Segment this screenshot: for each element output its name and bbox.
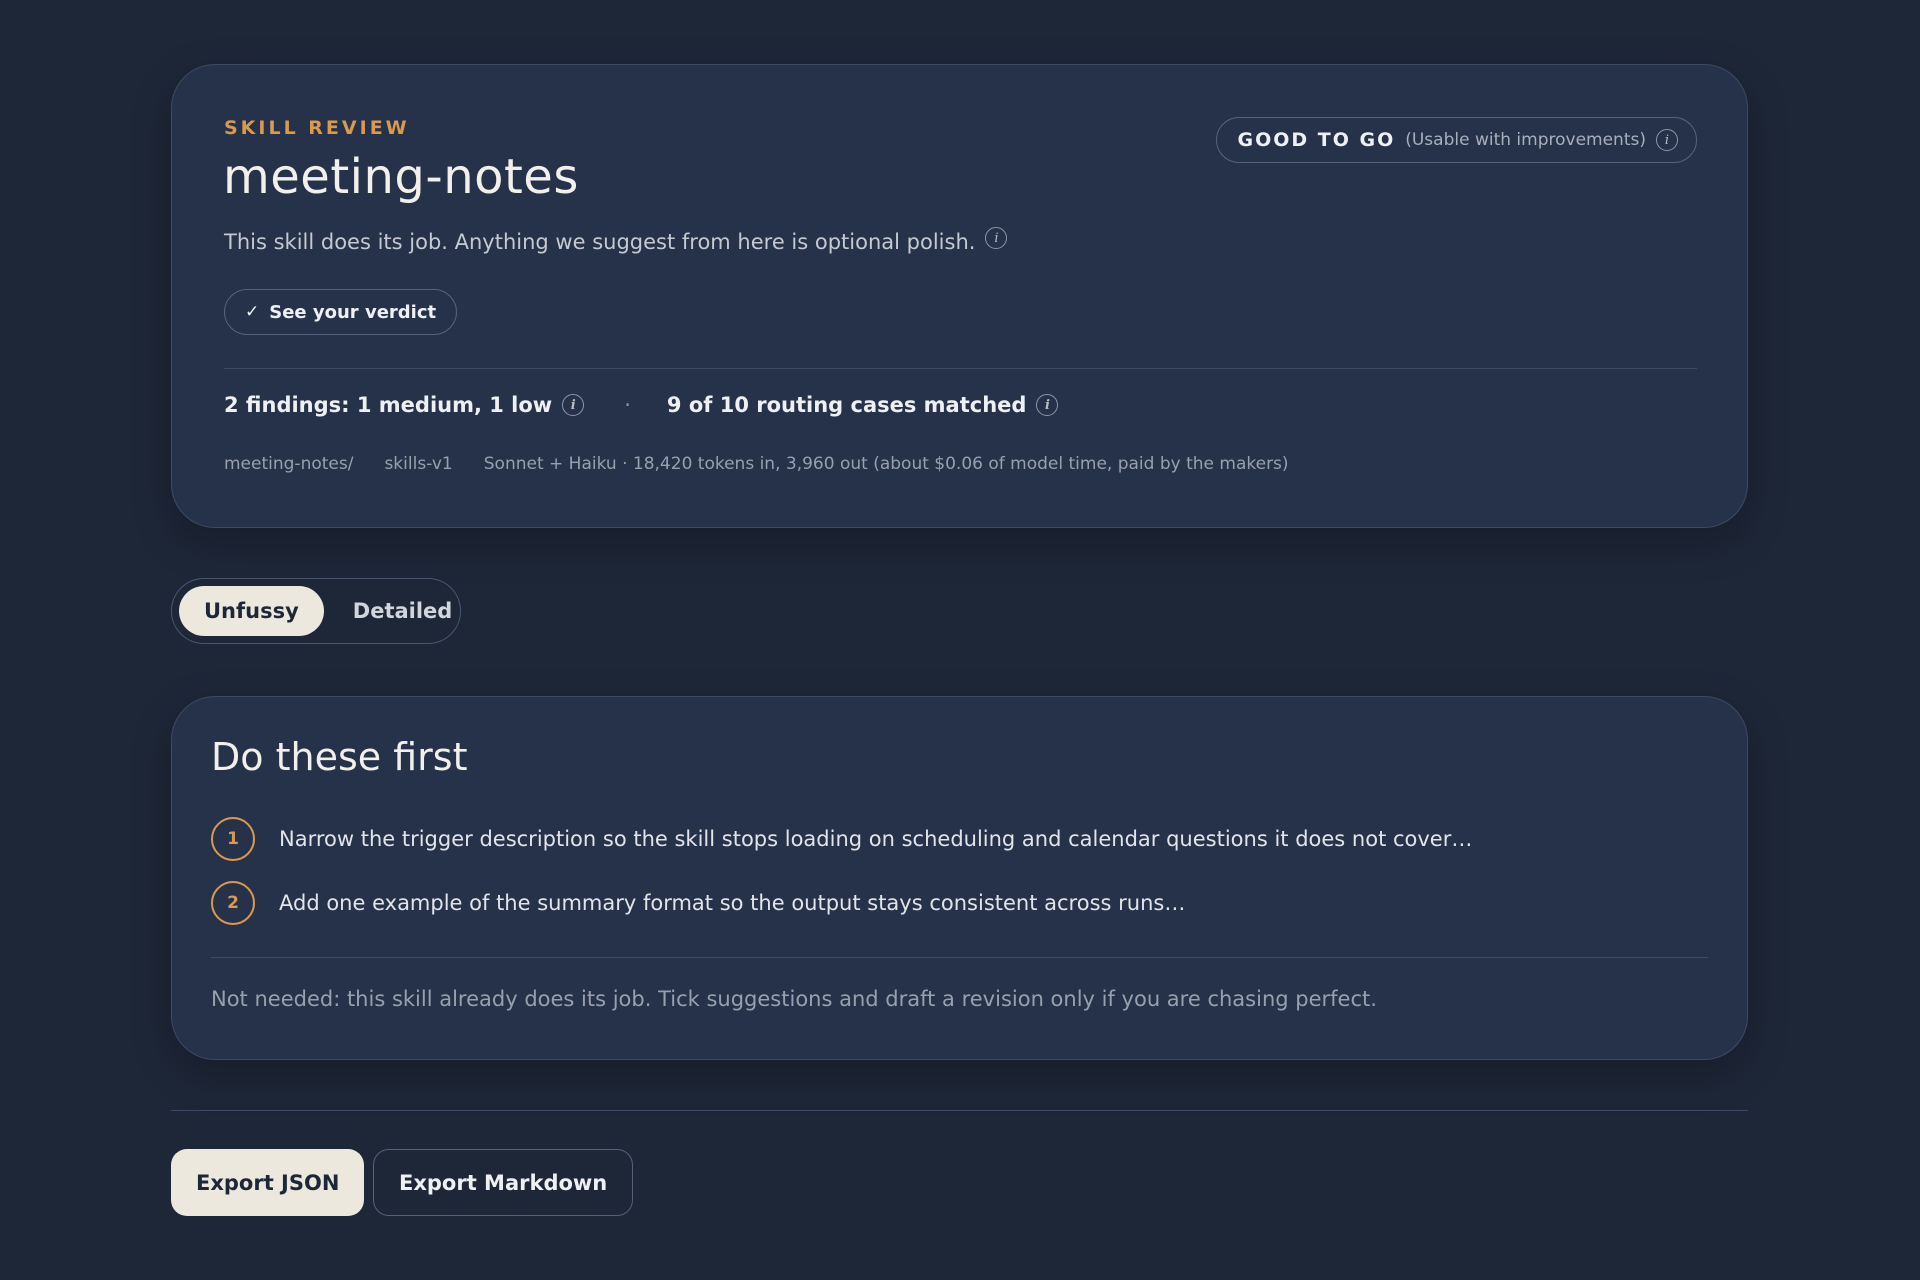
findings-count: 2 findings: 1 medium, 1 low	[224, 393, 553, 417]
summary-text: This skill does its job. Anything we sug…	[224, 227, 1008, 254]
skill-title: meeting-notes	[223, 149, 579, 205]
info-icon[interactable]: i	[985, 227, 1008, 249]
divider	[171, 1110, 1748, 1111]
info-icon[interactable]: i	[1036, 394, 1059, 416]
export-markdown-button[interactable]: Export Markdown	[373, 1149, 634, 1216]
routing-result: 9 of 10 routing cases matched	[666, 393, 1027, 417]
meta-path: meeting-notes/	[224, 454, 354, 474]
note-text: Not needed: this skill already does its …	[211, 987, 1377, 1011]
see-verdict-button[interactable]: ✓ See your verdict	[224, 289, 458, 335]
do-first-card: Do these first 1 Narrow the trigger desc…	[171, 696, 1748, 1060]
list-item: 1 Narrow the trigger description so the …	[211, 817, 1472, 861]
list-item: 2 Add one example of the summary format …	[211, 881, 1185, 925]
item-number: 1	[211, 817, 255, 861]
review-stats: 2 findings: 1 medium, 1 low i · 9 of 10 …	[224, 393, 1059, 417]
meta-version: skills-v1	[384, 454, 453, 474]
summary-label: This skill does its job. Anything we sug…	[224, 230, 976, 254]
divider	[211, 957, 1708, 958]
status-badge: GOOD TO GO (Usable with improvements) i	[1216, 117, 1697, 163]
info-icon[interactable]: i	[1656, 129, 1678, 151]
separator-dot: ·	[624, 393, 631, 417]
check-icon: ✓	[245, 302, 260, 322]
view-option-unfussy[interactable]: Unfussy	[179, 586, 324, 636]
meta-models: Sonnet + Haiku · 18,420 tokens in, 3,960…	[483, 454, 1289, 474]
status-label: GOOD TO GO	[1237, 129, 1396, 151]
item-text: Narrow the trigger description so the sk…	[279, 827, 1473, 851]
view-option-detailed[interactable]: Detailed	[328, 586, 478, 636]
review-metadata: meeting-notes/ skills-v1 Sonnet + Haiku …	[224, 454, 1289, 474]
eyebrow-label: SKILL REVIEW	[224, 117, 410, 139]
page: SKILL REVIEW meeting-notes GOOD TO GO (U…	[0, 0, 1920, 1280]
export-json-button[interactable]: Export JSON	[171, 1149, 365, 1216]
item-number: 2	[211, 881, 255, 925]
see-verdict-label: See your verdict	[269, 301, 437, 323]
status-detail: (Usable with improvements)	[1405, 130, 1646, 150]
info-icon[interactable]: i	[562, 394, 585, 416]
section-title: Do these first	[211, 735, 468, 779]
view-toggle: Unfussy Detailed	[171, 578, 461, 644]
review-header-card: SKILL REVIEW meeting-notes GOOD TO GO (U…	[171, 64, 1748, 528]
divider	[224, 368, 1697, 369]
item-text: Add one example of the summary format so…	[279, 891, 1186, 915]
